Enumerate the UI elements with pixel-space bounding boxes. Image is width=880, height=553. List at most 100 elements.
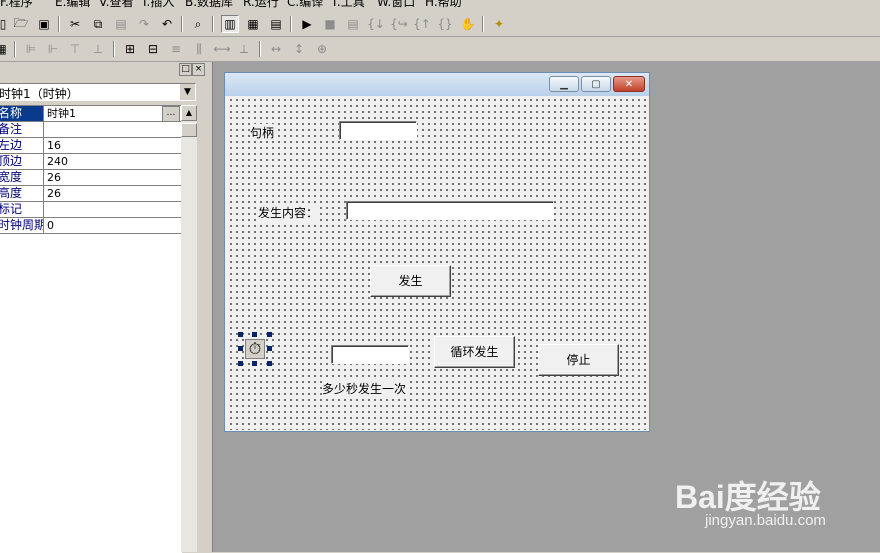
property-scrollbar[interactable]: ▲ <box>181 105 197 552</box>
loop-fire-button[interactable]: 循环发生 <box>434 336 515 368</box>
menu-bar: F.程序 E.编辑 V.查看 I.插入 B.数据库 R.运行 C.编译 T.工具… <box>0 0 880 10</box>
menu-compile[interactable]: C.编译 <box>287 0 323 10</box>
center-horizontal-icon[interactable]: ⊞ <box>121 40 139 58</box>
step5-icon[interactable]: {} <box>436 15 454 33</box>
scroll-thumb[interactable] <box>181 123 197 137</box>
layout2-icon[interactable]: ▦ <box>244 15 262 33</box>
content-input[interactable] <box>346 201 554 220</box>
menu-program[interactable]: F.程序 <box>0 0 33 10</box>
property-value[interactable]: 26 <box>47 170 177 185</box>
close-icon[interactable]: × <box>192 63 205 76</box>
ellipsis-button[interactable]: … <box>162 106 180 122</box>
property-row[interactable]: 高度 26 <box>0 186 182 202</box>
property-row[interactable]: 备注 <box>0 122 182 138</box>
grid-icon[interactable]: ▦ <box>0 40 10 58</box>
step4-icon[interactable]: {↑ <box>413 15 431 33</box>
property-row[interactable]: 名称 时钟1 … <box>0 106 182 122</box>
save-icon[interactable]: ▣ <box>35 15 53 33</box>
restore-icon[interactable]: □ <box>179 63 192 76</box>
step2-icon[interactable]: {↓ <box>367 15 385 33</box>
align-left-icon[interactable]: ⊫ <box>22 40 40 58</box>
property-name: 宽度 <box>0 170 44 185</box>
resize-handle[interactable] <box>238 332 243 337</box>
property-name: 高度 <box>0 186 44 201</box>
paste-icon[interactable]: ▤ <box>112 15 130 33</box>
menu-run[interactable]: R.运行 <box>243 0 279 10</box>
resize-handle[interactable] <box>252 361 257 366</box>
resize-handle[interactable] <box>267 346 272 351</box>
menu-insert[interactable]: I.插入 <box>143 0 174 10</box>
resize-handle[interactable] <box>238 361 243 366</box>
property-value[interactable]: 0 <box>47 218 177 233</box>
property-value[interactable]: 时钟1 <box>47 106 177 121</box>
toolbar-separator <box>181 16 183 32</box>
open-icon[interactable]: 🗁 <box>12 15 30 33</box>
same-height-icon[interactable]: ⫼ <box>190 40 208 58</box>
height-icon[interactable]: ↕ <box>290 40 308 58</box>
undo-icon[interactable]: ↶ <box>158 15 176 33</box>
align-top-icon[interactable]: ⊤ <box>66 40 84 58</box>
menu-window[interactable]: W.窗口 <box>377 0 415 10</box>
resize-handle[interactable] <box>252 332 257 337</box>
redo-icon[interactable]: ↷ <box>135 15 153 33</box>
interval-input[interactable] <box>331 345 409 364</box>
property-row[interactable]: 左边 16 <box>0 138 182 154</box>
property-value[interactable]: 26 <box>47 186 177 201</box>
toolbar-separator <box>14 41 16 57</box>
baidu-watermark: Bai度经验 jingyan.baidu.com <box>675 458 875 548</box>
menu-tools[interactable]: T.工具 <box>331 0 365 10</box>
stop-icon[interactable]: ■ <box>321 15 339 33</box>
property-row[interactable]: 宽度 26 <box>0 170 182 186</box>
same-width-icon[interactable]: ≡ <box>167 40 185 58</box>
menu-database[interactable]: B.数据库 <box>185 0 233 10</box>
maximize-icon[interactable]: ▢ <box>581 76 611 92</box>
property-row[interactable]: 顶边 240 <box>0 154 182 170</box>
menu-view[interactable]: V.查看 <box>99 0 133 10</box>
width-icon[interactable]: ↔ <box>267 40 285 58</box>
find-icon[interactable]: ⌕ <box>189 15 207 33</box>
resize-handle[interactable] <box>238 346 243 351</box>
menu-edit[interactable]: E.编辑 <box>55 0 90 10</box>
run-icon[interactable]: ▶ <box>298 15 316 33</box>
toolbar-separator <box>290 16 292 32</box>
property-value[interactable] <box>47 202 177 217</box>
space-v-icon[interactable]: ⟂ <box>235 40 253 58</box>
layout1-icon[interactable]: ▥ <box>221 15 239 33</box>
property-row[interactable]: 标记 <box>0 202 182 218</box>
watermark-url: jingyan.baidu.com <box>705 512 826 529</box>
scroll-up-icon[interactable]: ▲ <box>181 105 197 121</box>
hand-icon[interactable]: ✋ <box>459 15 477 33</box>
cut-icon[interactable]: ✂ <box>66 15 84 33</box>
layout3-icon[interactable]: ▤ <box>267 15 285 33</box>
timer-control[interactable]: ⏱ <box>238 332 272 366</box>
fire-button[interactable]: 发生 <box>370 265 451 297</box>
stop-button[interactable]: 停止 <box>538 344 619 376</box>
handle-input[interactable] <box>339 121 417 140</box>
property-name: 左边 <box>0 138 44 153</box>
step1-icon[interactable]: ▤ <box>344 15 362 33</box>
menu-help[interactable]: H.帮助 <box>425 0 462 10</box>
center-vertical-icon[interactable]: ⊟ <box>144 40 162 58</box>
chevron-down-icon[interactable]: ▼ <box>179 84 195 100</box>
property-grid: 名称 时钟1 … 备注 左边 16 顶边 240 宽度 26 高度 26 标记 <box>0 105 182 553</box>
size-icon[interactable]: ⊕ <box>313 40 331 58</box>
property-value[interactable]: 240 <box>47 154 177 169</box>
space-h-icon[interactable]: ⟷ <box>213 40 231 58</box>
property-value[interactable] <box>47 122 177 137</box>
minimize-icon[interactable]: ▁ <box>549 76 579 92</box>
handle-label: 句柄 <box>250 124 275 141</box>
close-icon[interactable]: ✕ <box>613 76 645 92</box>
copy-icon[interactable]: ⧉ <box>89 15 107 33</box>
new-icon[interactable]: ▯ <box>0 15 12 33</box>
resize-handle[interactable] <box>267 332 272 337</box>
align-bottom-icon[interactable]: ⊥ <box>89 40 107 58</box>
resize-handle[interactable] <box>267 361 272 366</box>
object-selector[interactable]: 时钟1（时钟） ▼ <box>0 83 196 101</box>
wizard-icon[interactable]: ✦ <box>490 15 508 33</box>
toolbar-separator <box>259 41 261 57</box>
property-row[interactable]: 时钟周期 0 <box>0 218 182 234</box>
designer-form[interactable]: ▁ ▢ ✕ 句柄 发生内容： 发生 ⏱ 循环发生 停止 多少秒发生一次 <box>224 72 650 432</box>
align-right-icon[interactable]: ⊩ <box>44 40 62 58</box>
property-value[interactable]: 16 <box>47 138 177 153</box>
step3-icon[interactable]: {↪ <box>390 15 408 33</box>
